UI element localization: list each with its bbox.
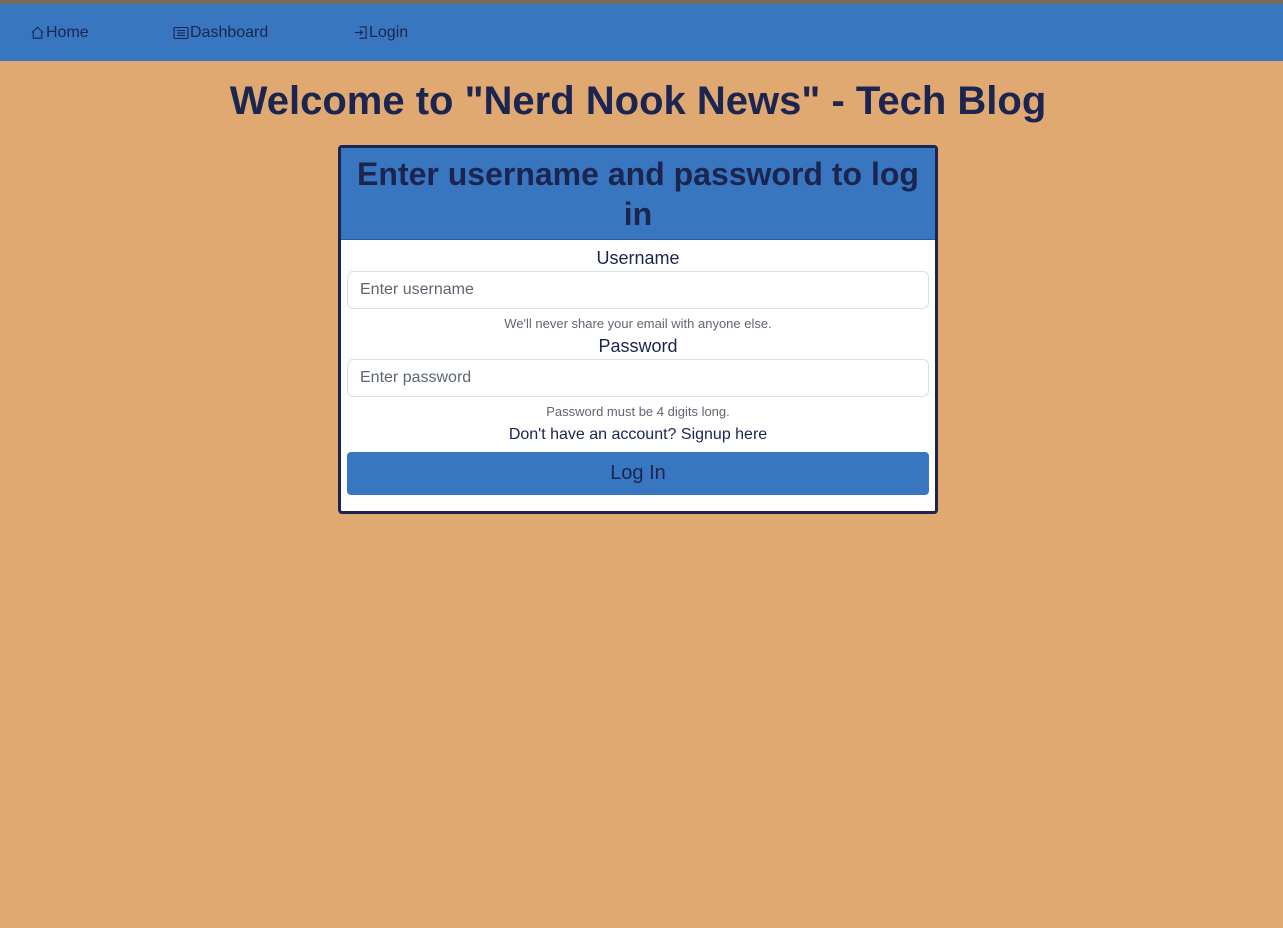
nav-login-link[interactable]: Login	[353, 4, 408, 61]
login-icon	[354, 26, 367, 39]
password-input[interactable]	[347, 359, 929, 397]
signup-link[interactable]: Signup here	[681, 426, 767, 443]
login-card: Enter username and password to log in Us…	[338, 145, 938, 514]
username-input[interactable]	[347, 271, 929, 309]
nav-dashboard-label: Dashboard	[190, 23, 269, 41]
page-title: Welcome to "Nerd Nook News" - Tech Blog	[229, 79, 1047, 123]
list-icon	[173, 26, 189, 39]
home-icon	[31, 26, 44, 39]
signup-prompt: Don't have an account? Signup here	[347, 425, 929, 445]
nav-dashboard-link[interactable]: Dashboard	[173, 4, 268, 61]
nav-login-label: Login	[369, 23, 409, 41]
password-help-text: Password must be 4 digits long.	[546, 404, 730, 419]
login-form: Username We'll never share your email wi…	[341, 247, 935, 495]
nav-home-label: Home	[46, 23, 89, 41]
login-button[interactable]: Log In	[347, 452, 929, 495]
username-label: Username	[596, 248, 680, 268]
password-label: Password	[598, 336, 678, 356]
signup-prompt-text: Don't have an account?	[508, 426, 677, 443]
login-card-header: Enter username and password to log in	[341, 148, 935, 240]
nav-home-link[interactable]: Home	[30, 4, 89, 61]
login-heading: Enter username and password to log in	[357, 155, 919, 232]
navbar: Home Dashboard Login	[0, 4, 1283, 61]
username-help-text: We'll never share your email with anyone…	[504, 316, 772, 331]
